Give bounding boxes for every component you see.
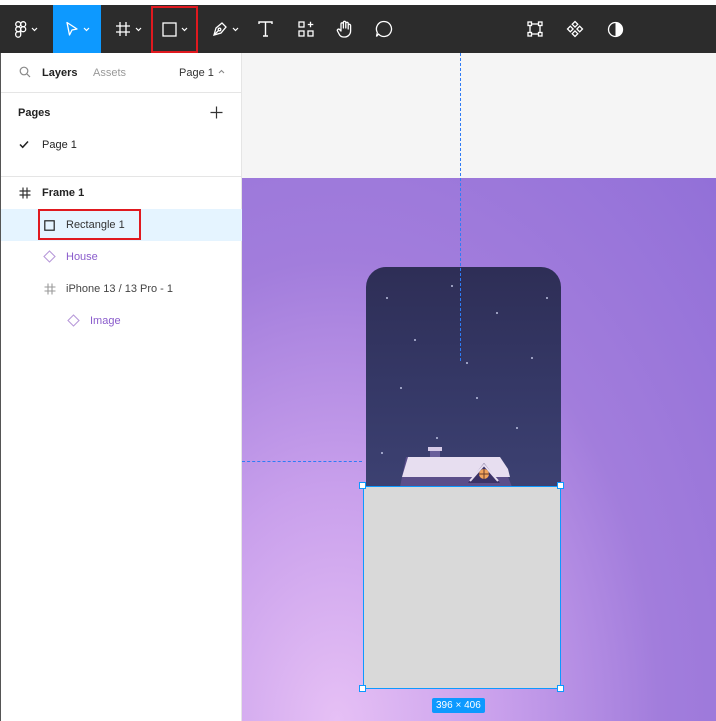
hand-icon bbox=[336, 20, 352, 38]
shape-tool-button[interactable] bbox=[151, 6, 198, 53]
components-button[interactable] bbox=[560, 5, 590, 53]
horizontal-guide bbox=[242, 461, 362, 462]
layer-label: House bbox=[66, 251, 98, 263]
layers-panel: Layers Assets Page 1 Pages Page 1 Frame … bbox=[0, 53, 242, 721]
add-page-icon[interactable] bbox=[210, 106, 223, 119]
comment-icon bbox=[375, 20, 393, 38]
frame-hash-icon bbox=[19, 187, 31, 199]
canvas[interactable]: 396 × 406 bbox=[242, 53, 716, 721]
layer-image[interactable]: Image bbox=[1, 305, 242, 337]
toolbar bbox=[0, 0, 716, 53]
resize-handle-top-right[interactable] bbox=[557, 482, 564, 489]
pen-icon bbox=[212, 22, 227, 36]
highlight-box bbox=[38, 209, 141, 240]
text-tool-button[interactable] bbox=[250, 5, 280, 53]
frame-tool-button[interactable] bbox=[108, 5, 148, 53]
comment-tool-button[interactable] bbox=[369, 5, 399, 53]
transform-button[interactable] bbox=[520, 5, 550, 53]
chevron-down-icon bbox=[135, 27, 141, 31]
page-selector[interactable]: Page 1 bbox=[179, 67, 214, 79]
transform-icon bbox=[527, 21, 543, 37]
contrast-icon bbox=[607, 21, 623, 37]
rectangle-1[interactable] bbox=[363, 486, 561, 689]
resize-handle-top-left[interactable] bbox=[359, 482, 366, 489]
chevron-down-icon bbox=[232, 27, 238, 31]
rectangle-icon bbox=[161, 22, 177, 37]
cursor-arrow-icon bbox=[65, 21, 78, 36]
text-icon bbox=[257, 21, 273, 37]
search-icon[interactable] bbox=[19, 66, 31, 78]
resources-icon bbox=[298, 21, 314, 37]
components-icon bbox=[566, 20, 584, 38]
layer-house[interactable]: House bbox=[1, 241, 242, 273]
chevron-down-icon bbox=[83, 27, 89, 31]
layer-label: iPhone 13 / 13 Pro - 1 bbox=[66, 283, 174, 295]
chevron-up-icon[interactable] bbox=[218, 69, 225, 74]
tab-layers[interactable]: Layers bbox=[42, 67, 77, 79]
check-icon bbox=[19, 140, 29, 149]
figma-logo-icon bbox=[14, 20, 26, 38]
resize-handle-bottom-left[interactable] bbox=[359, 685, 366, 692]
selection-size-badge: 396 × 406 bbox=[432, 698, 485, 713]
pen-tool-button[interactable] bbox=[205, 5, 245, 53]
layer-label: Frame 1 bbox=[42, 187, 85, 199]
page-item-page-1[interactable]: Page 1 bbox=[42, 139, 77, 151]
main-menu-button[interactable] bbox=[6, 5, 46, 53]
house-illustration bbox=[400, 447, 512, 487]
layer-iphone-frame[interactable]: iPhone 13 / 13 Pro - 1 bbox=[1, 273, 242, 305]
vertical-guide bbox=[460, 53, 461, 361]
pages-title: Pages bbox=[18, 107, 51, 119]
component-instance-icon bbox=[43, 250, 56, 263]
move-tool-button[interactable] bbox=[53, 5, 101, 53]
chevron-down-icon bbox=[31, 27, 37, 31]
tab-assets[interactable]: Assets bbox=[93, 67, 126, 79]
panel-tabs: Layers Assets Page 1 bbox=[1, 53, 242, 93]
pages-section: Pages Page 1 bbox=[1, 93, 242, 177]
layer-frame-1[interactable]: Frame 1 bbox=[1, 177, 242, 209]
chevron-down-icon bbox=[181, 27, 187, 32]
contrast-button[interactable] bbox=[600, 5, 630, 53]
layer-label: Image bbox=[90, 315, 121, 327]
frame-hash-icon bbox=[44, 283, 56, 295]
resize-handle-bottom-right[interactable] bbox=[557, 685, 564, 692]
hand-tool-button[interactable] bbox=[330, 5, 360, 53]
resources-button[interactable] bbox=[291, 5, 321, 53]
component-instance-icon bbox=[67, 314, 80, 327]
frame-hash-icon bbox=[115, 22, 130, 36]
